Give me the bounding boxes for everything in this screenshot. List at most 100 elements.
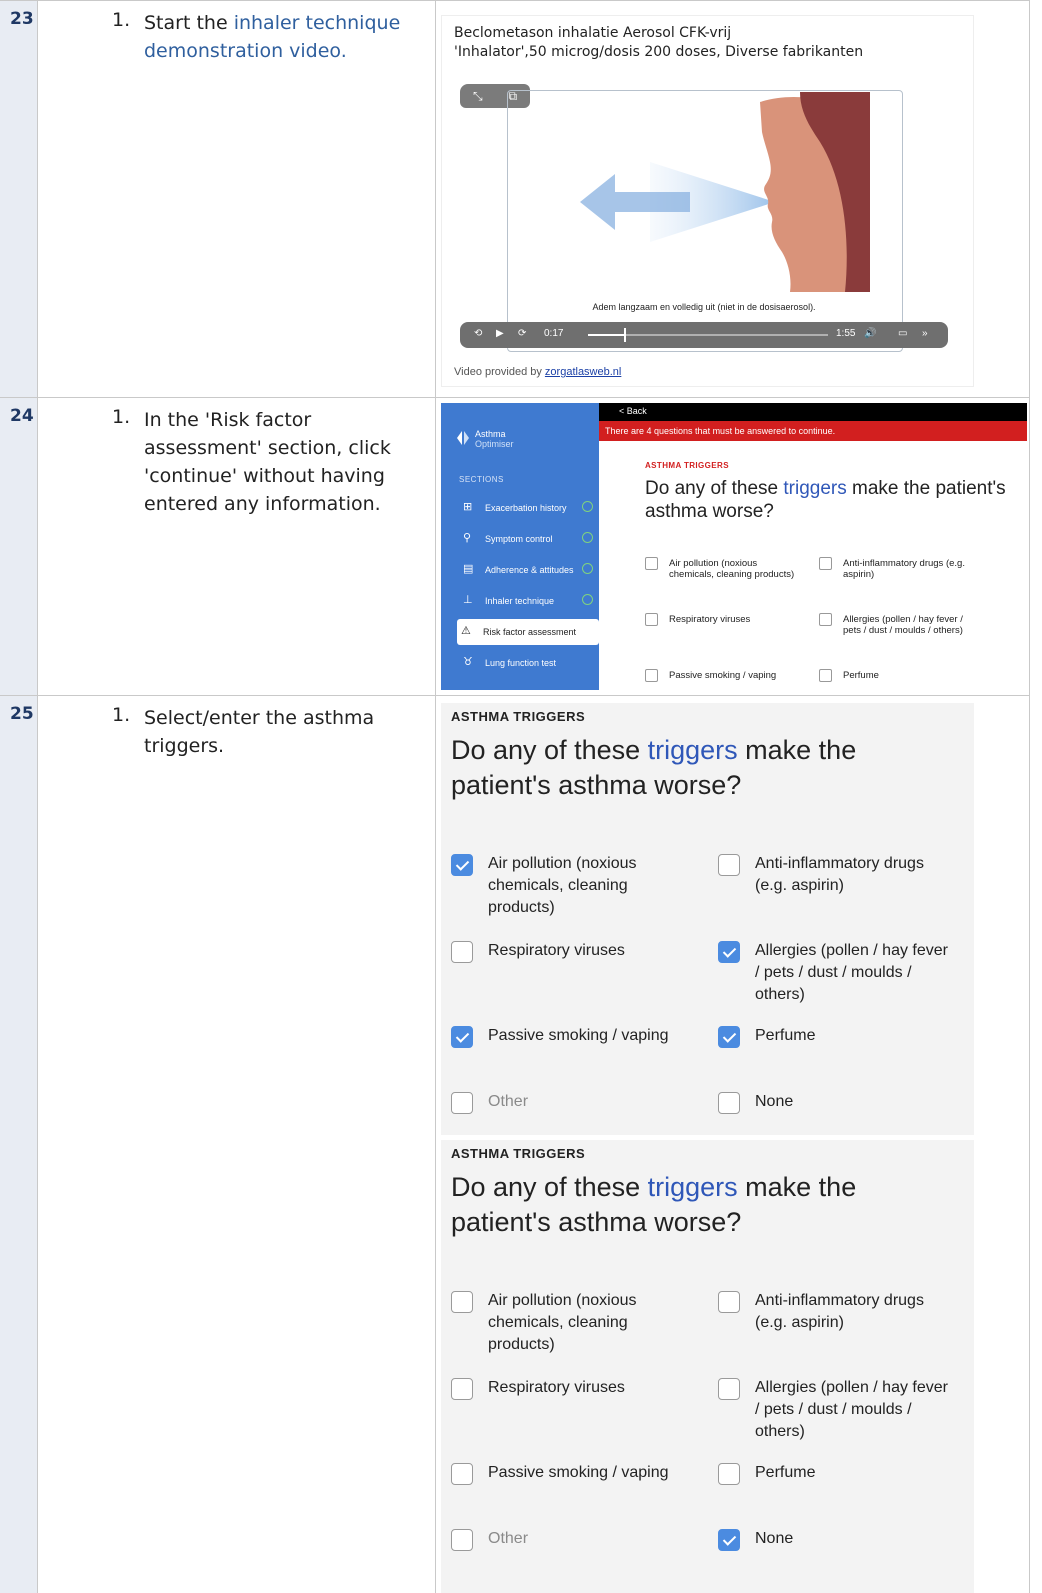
app-screenshot: Asthma Optimiser SECTIONS ⊞ Exacerbation h… <box>441 403 1027 690</box>
checkbox[interactable] <box>718 1378 740 1400</box>
instruction-cell: 1. Start the inhaler technique demonstra… <box>38 1 436 397</box>
duration: 1:55 <box>836 328 856 339</box>
attribution-link[interactable]: zorgatlasweb.nl <box>545 366 621 378</box>
instruction-prefix: Start the <box>144 12 234 34</box>
validation-alert-text: There are 4 questions that must be answe… <box>605 426 836 436</box>
checkbox[interactable] <box>718 1092 740 1114</box>
checkbox-checked[interactable] <box>451 854 473 876</box>
completed-check-icon <box>582 532 593 543</box>
sections-label: SECTIONS <box>459 475 504 484</box>
video-title: Beclometason inhalatie Aerosol CFK-vrij … <box>454 24 863 62</box>
table-border <box>1029 696 1030 1593</box>
video-illustration <box>580 92 870 292</box>
question-title: Do any of these triggers make the patien… <box>645 477 1015 523</box>
option-label: Respiratory viruses <box>488 1379 625 1396</box>
checkbox[interactable] <box>451 1378 473 1400</box>
validation-alert: There are 4 questions that must be answe… <box>599 421 1027 441</box>
forward-15-icon[interactable]: ⟳ <box>518 328 526 339</box>
checkbox-checked[interactable] <box>718 941 740 963</box>
checkbox[interactable] <box>451 1092 473 1114</box>
checkbox[interactable] <box>645 557 658 570</box>
sidebar-item[interactable]: ▤ Adherence & attitudes <box>459 557 599 583</box>
airplay-icon[interactable]: ▭ <box>898 328 907 339</box>
checkbox[interactable] <box>718 854 740 876</box>
sidebar-item[interactable]: ⚲ Symptom control <box>459 526 599 552</box>
step-number-cell: 24 <box>0 398 38 695</box>
checkbox[interactable] <box>819 557 832 570</box>
video-progress-bar[interactable] <box>588 328 828 342</box>
option-label: Allergies (pollen / hay fever / pets / d… <box>755 942 948 1003</box>
option-label: Anti-inflammatory drugs (e.g. aspirin) <box>755 855 924 894</box>
lungs-icon: ♉ <box>463 656 473 668</box>
logo-line-1: Asthma <box>475 429 506 439</box>
chevron-double-right-icon[interactable]: » <box>922 328 928 339</box>
attribution-prefix: Video provided by <box>454 366 545 378</box>
option-label: Passive smoking / vaping <box>488 1464 669 1481</box>
sidebar-item[interactable]: ♉ Lung function test <box>459 650 599 676</box>
step-number-cell: 25 <box>0 696 38 1593</box>
magnifier-icon: ⚲ <box>463 532 472 544</box>
back-link[interactable]: < Back <box>619 406 647 416</box>
current-time: 0:17 <box>544 328 564 339</box>
volume-icon[interactable]: 🔊 <box>864 328 876 339</box>
question-pre: Do any of these <box>451 1172 648 1202</box>
question-highlight: triggers <box>647 1172 738 1202</box>
checkbox[interactable] <box>718 1463 740 1485</box>
logo-line-2: Optimiser <box>475 439 514 449</box>
instruction-text: Start the inhaler technique demonstratio… <box>144 9 434 65</box>
step-number: 24 <box>10 406 34 426</box>
table-border <box>1029 398 1030 695</box>
app-sidebar: Asthma Optimiser SECTIONS ⊞ Exacerbation h… <box>441 403 599 690</box>
option-label: Anti-inflammatory drugs (e.g. aspirin) <box>843 558 965 580</box>
sidebar-item-label: Inhaler technique <box>485 596 555 606</box>
app-header: < Back <box>599 403 1027 421</box>
checkbox[interactable] <box>451 1529 473 1551</box>
option-label: Passive smoking / vaping <box>669 670 777 681</box>
sidebar-item[interactable]: ⊞ Exacerbation history <box>459 495 599 521</box>
sidebar-item[interactable]: ⚠ Risk factor assessment <box>457 619 599 645</box>
clipboard-icon: ▤ <box>463 563 474 575</box>
expand-icon[interactable]: ⤡ <box>473 89 483 104</box>
step-index: 1. <box>112 406 131 428</box>
question-title: Do any of these triggers make the patien… <box>451 733 951 803</box>
option-label: Air pollution (noxious chemicals, cleani… <box>488 855 637 916</box>
table-border <box>1029 1 1030 397</box>
option-label: Allergies (pollen / hay fever / pets / d… <box>843 614 963 636</box>
video-caption: Adem langzaam en volledig uit (niet in d… <box>592 302 816 312</box>
completed-check-icon <box>582 594 593 605</box>
option-label: Perfume <box>843 670 879 681</box>
checkbox[interactable] <box>718 1291 740 1313</box>
warning-icon: ⚠ <box>461 625 471 637</box>
checkbox[interactable] <box>451 941 473 963</box>
play-icon[interactable]: ▶ <box>496 328 504 339</box>
option-label: Perfume <box>755 1464 816 1481</box>
checkbox[interactable] <box>819 613 832 626</box>
checkbox[interactable] <box>645 669 658 682</box>
video-title-line-1: Beclometason inhalatie Aerosol CFK-vrij <box>454 25 732 41</box>
completed-check-icon <box>582 563 593 574</box>
sidebar-item[interactable]: ⊥ Inhaler technique <box>459 588 599 614</box>
checkbox-checked[interactable] <box>451 1026 473 1048</box>
sidebar-item-label: Risk factor assessment <box>483 627 577 637</box>
section-kicker: ASTHMA TRIGGERS <box>451 709 586 724</box>
question-highlight: triggers <box>647 735 738 765</box>
checkbox-checked[interactable] <box>718 1529 740 1551</box>
option-label: Air pollution (noxious chemicals, cleani… <box>488 1292 637 1353</box>
checkbox[interactable] <box>645 613 658 626</box>
video-player[interactable]: ⤡ ⧉ Adem langzaam en volledig uit (niet … <box>460 84 948 356</box>
option-label: None <box>755 1530 794 1547</box>
rewind-15-icon[interactable]: ⟲ <box>474 328 482 339</box>
completed-check-icon <box>582 501 593 512</box>
question-pre: Do any of these <box>451 735 648 765</box>
checkbox[interactable] <box>451 1463 473 1485</box>
checkbox[interactable] <box>819 669 832 682</box>
video-progress-fill <box>588 334 624 336</box>
checkbox-checked[interactable] <box>718 1026 740 1048</box>
triggers-panel-checked: ASTHMA TRIGGERS Do any of these triggers … <box>441 703 974 1135</box>
checkbox[interactable] <box>451 1291 473 1313</box>
section-kicker: ASTHMA TRIGGERS <box>645 461 729 470</box>
step-index: 1. <box>112 704 131 726</box>
option-label: Passive smoking / vaping <box>488 1027 669 1044</box>
video-progress-handle[interactable] <box>624 328 626 342</box>
option-label: Anti-inflammatory drugs (e.g. aspirin) <box>755 1292 924 1331</box>
